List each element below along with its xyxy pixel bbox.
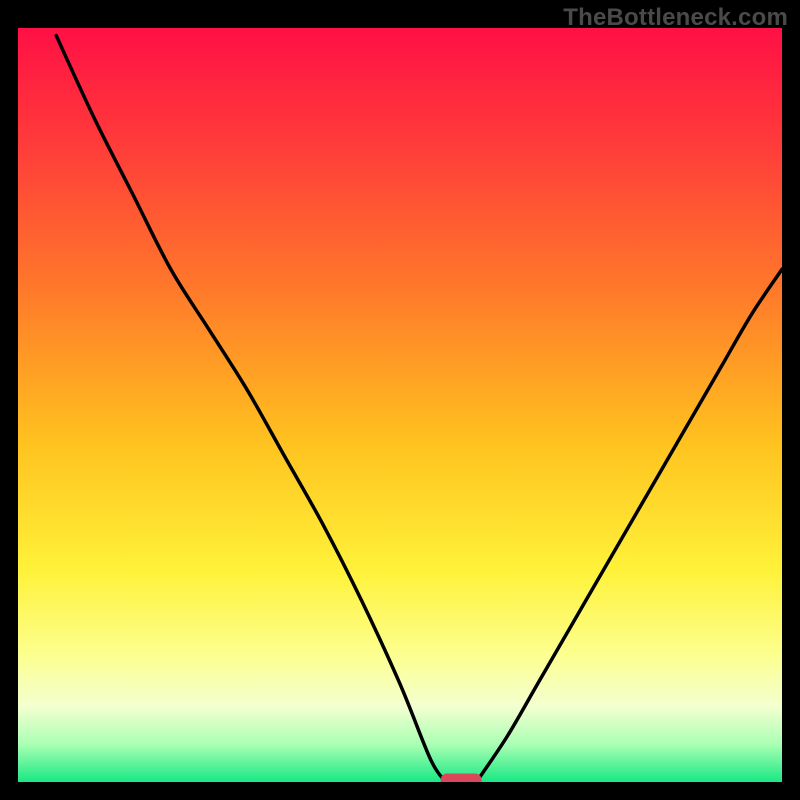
chart-frame: TheBottleneck.com: [0, 0, 800, 800]
plot-area: [18, 28, 782, 782]
gradient-background: [18, 28, 782, 782]
chart-svg: [18, 28, 782, 782]
minimum-marker: [441, 774, 481, 782]
